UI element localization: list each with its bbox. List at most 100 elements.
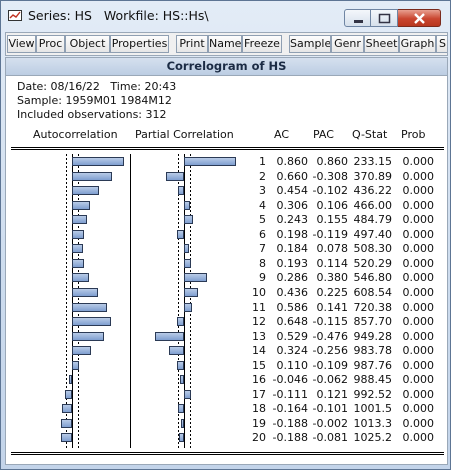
ac-bar bbox=[69, 375, 72, 385]
view-button[interactable]: View bbox=[7, 35, 36, 53]
qstat-value: 720.38 bbox=[353, 300, 393, 314]
bottom-rule bbox=[11, 452, 444, 453]
qstat-value: 466.00 bbox=[353, 198, 393, 212]
sample-button[interactable]: Sample bbox=[289, 35, 331, 53]
pac-value: -0.308 bbox=[312, 169, 348, 183]
window-title: Series: HS Workfile: HS::Hs\ bbox=[28, 8, 209, 23]
pac-bar bbox=[184, 244, 189, 254]
pac-zero-line bbox=[184, 154, 185, 448]
ac-value: 0.306 bbox=[276, 198, 309, 212]
lag-label: 8 bbox=[259, 256, 266, 270]
minimize-button[interactable] bbox=[344, 9, 371, 27]
ac-bar bbox=[61, 418, 72, 428]
pac-value: -0.101 bbox=[312, 402, 348, 416]
view-header: Correlogram of HS bbox=[6, 58, 447, 76]
lag-label: 2 bbox=[259, 169, 266, 183]
lag-label: 5 bbox=[259, 213, 266, 227]
close-button[interactable] bbox=[398, 9, 441, 27]
qstat-value: 608.54 bbox=[353, 285, 393, 299]
ac-bar bbox=[72, 229, 84, 239]
pac-bar bbox=[184, 389, 191, 399]
pac-bar bbox=[166, 171, 184, 181]
graph-button[interactable]: Graph bbox=[399, 35, 436, 53]
qstat-header: Q-Stat bbox=[352, 128, 388, 141]
ac-value: -0.111 bbox=[272, 387, 308, 401]
print-button[interactable]: Print bbox=[176, 35, 208, 53]
pac-value: 0.078 bbox=[316, 242, 349, 256]
lag-label: 19 bbox=[252, 416, 266, 430]
prob-value: 0.000 bbox=[402, 198, 435, 212]
lag-label: 10 bbox=[252, 285, 266, 299]
properties-button[interactable]: Properties bbox=[110, 35, 169, 53]
maximize-button[interactable] bbox=[371, 9, 398, 27]
pac-bar bbox=[184, 287, 198, 297]
prob-value: 0.000 bbox=[402, 344, 435, 358]
proc-button[interactable]: Proc bbox=[36, 35, 65, 53]
series-window: Series: HS Workfile: HS::Hs\ View Proc O… bbox=[0, 0, 451, 470]
pac-bar bbox=[184, 258, 191, 268]
qstat-value: 497.40 bbox=[353, 227, 393, 241]
genr-button[interactable]: Genr bbox=[331, 35, 364, 53]
lag-label: 13 bbox=[252, 329, 266, 343]
ac-bar bbox=[72, 244, 83, 254]
object-button[interactable]: Object bbox=[65, 35, 110, 53]
observations-line: Included observations: 312 bbox=[17, 108, 167, 121]
close-icon bbox=[414, 13, 425, 24]
ac-value: -0.046 bbox=[272, 373, 308, 387]
stats-button[interactable]: S bbox=[436, 35, 447, 53]
ac-value: 0.860 bbox=[276, 155, 309, 168]
ac-bar bbox=[72, 317, 111, 327]
ac-value: 0.648 bbox=[276, 315, 309, 329]
correlogram-view[interactable]: Correlogram of HS Date: 08/16/22 Time: 2… bbox=[5, 57, 448, 465]
pac-bar bbox=[178, 404, 184, 414]
pac-header: PAC bbox=[313, 128, 334, 141]
prob-value: 0.000 bbox=[402, 213, 435, 227]
ac-value: 0.324 bbox=[276, 344, 309, 358]
maximize-icon bbox=[378, 13, 391, 24]
top-rule-2 bbox=[11, 149, 444, 150]
sheet-button[interactable]: Sheet bbox=[364, 35, 399, 53]
freeze-button[interactable]: Freeze bbox=[242, 35, 282, 53]
pac-value: -0.002 bbox=[312, 416, 348, 430]
pac-value: -0.256 bbox=[312, 344, 348, 358]
pac-value: 0.860 bbox=[316, 155, 349, 168]
toolbar: View Proc Object Properties Print Name F… bbox=[5, 32, 448, 56]
ac-value: 0.660 bbox=[276, 169, 309, 183]
lag-label: 7 bbox=[259, 242, 266, 256]
ac-value: -0.188 bbox=[272, 431, 308, 445]
qstat-value: 436.22 bbox=[353, 184, 393, 198]
ac-value: 0.184 bbox=[276, 242, 309, 256]
ac-value: 0.110 bbox=[276, 358, 309, 372]
qstat-value: 370.89 bbox=[353, 169, 393, 183]
pac-bar bbox=[177, 360, 184, 370]
ac-bar bbox=[72, 258, 84, 268]
prob-value: 0.000 bbox=[402, 184, 435, 198]
pac-value: -0.109 bbox=[312, 358, 348, 372]
ac-value: 0.198 bbox=[276, 227, 309, 241]
pac-value: -0.081 bbox=[312, 431, 348, 445]
lag-label: 6 bbox=[259, 227, 266, 241]
ac-value: 0.454 bbox=[276, 184, 309, 198]
prob-value: 0.000 bbox=[402, 227, 435, 241]
name-button[interactable]: Name bbox=[208, 35, 242, 53]
pac-value: 0.121 bbox=[316, 387, 349, 401]
qstat-value: 949.28 bbox=[353, 329, 393, 343]
prob-value: 0.000 bbox=[402, 256, 435, 270]
ac-bar bbox=[72, 171, 112, 181]
qstat-value: 233.15 bbox=[353, 155, 393, 168]
ac-value: 0.436 bbox=[276, 285, 309, 299]
pac-bar bbox=[184, 302, 192, 312]
sample-line: Sample: 1959M01 1984M12 bbox=[17, 94, 172, 107]
title-bar[interactable]: Series: HS Workfile: HS::Hs\ bbox=[1, 1, 450, 31]
qstat-value: 1025.2 bbox=[353, 431, 393, 445]
qstat-value: 987.76 bbox=[353, 358, 393, 372]
panel-divider bbox=[130, 154, 131, 448]
ac-bar bbox=[72, 360, 79, 370]
prob-value: 0.000 bbox=[402, 242, 435, 256]
lag-label: 15 bbox=[252, 358, 266, 372]
pac-upper-bound bbox=[190, 154, 191, 448]
pac-value: 0.141 bbox=[316, 300, 349, 314]
pac-bar bbox=[155, 331, 184, 341]
qstat-value: 484.79 bbox=[353, 213, 393, 227]
ac-bar bbox=[72, 273, 89, 283]
